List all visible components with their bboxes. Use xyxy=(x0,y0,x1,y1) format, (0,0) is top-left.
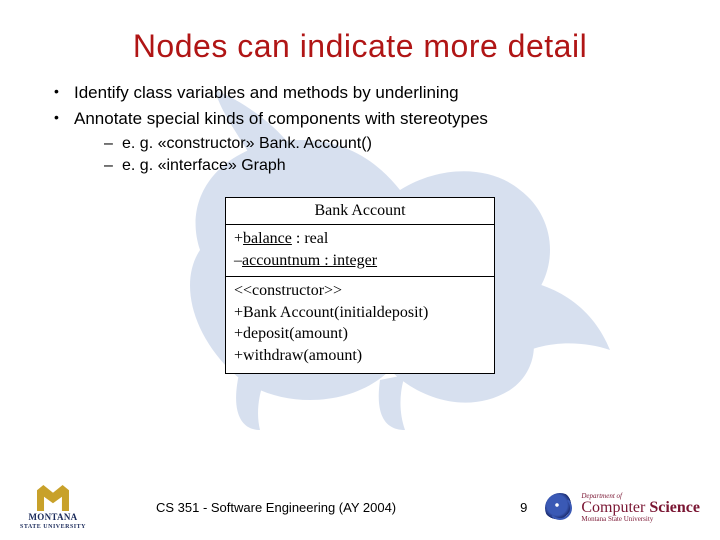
slide-title: Nodes can indicate more detail xyxy=(40,28,680,65)
msu-logo: MONTANA STATE UNIVERSITY xyxy=(20,485,86,530)
uml-operations: <<constructor>> +Bank Account(initialdep… xyxy=(226,277,494,372)
msu-m-icon xyxy=(37,485,69,511)
slide-footer: MONTANA STATE UNIVERSITY CS 351 - Softwa… xyxy=(0,485,720,530)
uml-operation: +Bank Account(initialdeposit) xyxy=(234,302,486,324)
uml-attributes: +balance : real –accountnum : integer xyxy=(226,225,494,277)
cs-dept-name: Computer Science xyxy=(581,500,700,516)
uml-operation: +withdraw(amount) xyxy=(234,345,486,367)
sub-bullet-item: e. g. «interface» Graph xyxy=(104,157,680,175)
uml-class-diagram: Bank Account +balance : real –accountnum… xyxy=(225,197,495,374)
cs-dept-logo: Department of Computer Science Montana S… xyxy=(545,493,700,523)
slide-number: 9 xyxy=(502,500,545,515)
uml-operation: +deposit(amount) xyxy=(234,323,486,345)
sub-bullet-item: e. g. «constructor» Bank. Account() xyxy=(104,135,680,153)
bullet-list: Identify class variables and methods by … xyxy=(40,83,680,175)
cs-swirl-icon xyxy=(545,493,575,523)
msu-name: MONTANA xyxy=(29,513,78,522)
bullet-item: Identify class variables and methods by … xyxy=(50,83,680,103)
uml-class-name: Bank Account xyxy=(226,198,494,225)
uml-attribute: +balance : real xyxy=(234,228,486,250)
bullet-text: Annotate special kinds of components wit… xyxy=(74,109,488,128)
uml-attribute: –accountnum : integer xyxy=(234,250,486,272)
sub-bullet-list: e. g. «constructor» Bank. Account() e. g… xyxy=(74,135,680,175)
bullet-text: Identify class variables and methods by … xyxy=(74,83,459,102)
msu-subtitle: STATE UNIVERSITY xyxy=(20,524,86,530)
cs-univ-label: Montana State University xyxy=(581,516,700,523)
bullet-item: Annotate special kinds of components wit… xyxy=(50,109,680,175)
footer-course-text: CS 351 - Software Engineering (AY 2004) xyxy=(86,500,502,515)
uml-stereotype: <<constructor>> xyxy=(234,280,486,302)
slide-content: Nodes can indicate more detail Identify … xyxy=(0,0,720,374)
